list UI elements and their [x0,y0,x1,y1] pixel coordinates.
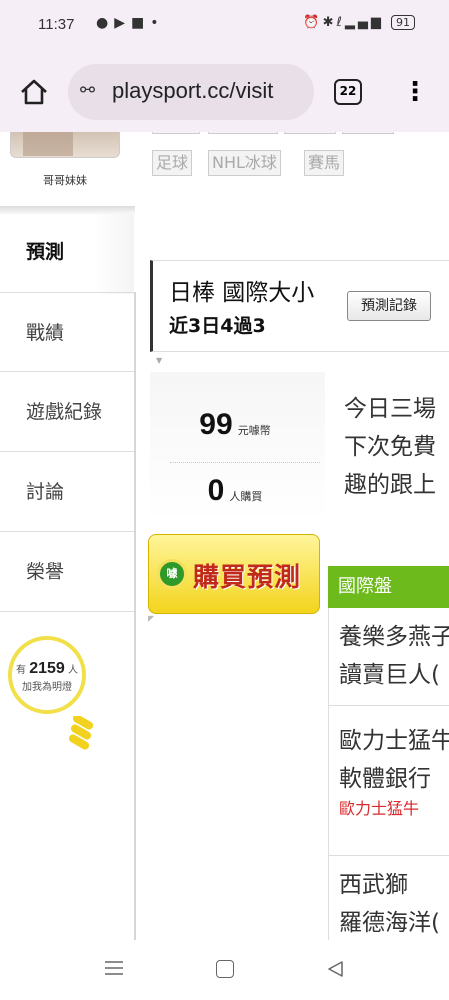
collapse-arrow-icon: ▼ [156,356,163,365]
sport-tag-partial[interactable] [284,132,336,134]
sidebar-item-label: 戰績 [26,322,65,344]
sport-tag-partial[interactable] [152,132,200,134]
sidebar-item-record[interactable]: 戰績 [0,292,134,372]
price-panel: 99 元噱幣 0 人購買 [150,372,325,522]
sidebar-item-prediction[interactable]: 預測 [0,214,134,294]
sport-tag-partial[interactable] [208,132,278,134]
buyers-unit: 人購買 [229,490,263,503]
team-name: 讀賣巨人( [339,662,440,688]
notes-icon: ■ [131,15,151,31]
dot-icon: • [150,15,165,31]
game-row[interactable]: 歐力士猛牛 軟體銀行 歐力士猛牛 [328,706,449,856]
price-divider [170,462,320,463]
description-line: 今日三場 [344,396,436,422]
site-settings-icon[interactable]: ⚯ [80,80,95,101]
sidebar-item-label: 遊戲紀錄 [26,401,103,423]
sport-tag-horse-racing[interactable]: 賽馬 [304,150,345,176]
prediction-title: 日棒 國際大小 [169,280,315,306]
sidebar-item-label: 討論 [26,481,65,503]
bulb-text: 有 2159 人 加我為明燈 [8,660,86,693]
url-text[interactable]: playsport.cc/visit [112,78,308,104]
bulb-suffix: 人 [67,665,78,676]
sidebar-item-label: 預測 [26,241,65,263]
games-panel-header[interactable]: 國際盤 [328,566,449,608]
description-line: 下次免費 [344,434,436,460]
status-time: 11:37 [38,16,75,33]
price-unit: 元噱幣 [237,424,271,437]
sport-tag-soccer[interactable]: 足球 [152,150,193,176]
browser-toolbar: ⚯ playsport.cc/visit 22 ⋮ [0,52,449,132]
buy-prediction-button[interactable]: 噱 購買預測 [148,534,320,614]
avatar[interactable] [10,132,120,158]
sidebar-item-honors[interactable]: 榮譽 [0,532,134,612]
price-line: 99 元噱幣 [150,408,320,442]
buyers-value: 0 [207,474,225,507]
coin-icon: 噱 [157,559,187,589]
bluetooth-icon: ✱ [322,15,337,30]
sidebar-item-game-log[interactable]: 遊戲紀錄 [0,372,134,452]
sidebar-divider [134,292,136,940]
recents-icon[interactable] [104,960,124,976]
battery-indicator: 91 [391,15,415,30]
game-row[interactable]: 養樂多燕子 讀賣巨人( [328,608,449,706]
more-menu-icon[interactable]: ⋮ [402,72,428,112]
bulb-base-icon [68,716,94,750]
picked-team: 歐力士猛牛 [339,799,420,818]
tab-switcher-button[interactable]: 22 [334,79,362,105]
youtube-icon: ▶ [114,15,131,31]
team-name: 西武獅 [339,872,408,898]
sport-tag-partial[interactable] [342,132,394,134]
description-line: 趣的跟上 [344,472,436,498]
sport-tag-nhl[interactable]: NHL冰球 [208,150,281,176]
team-name: 軟體銀行 [339,766,431,792]
alarm-icon: ⏰ [303,15,323,30]
page-content: 哥哥妹妹 足球 NHL冰球 賽馬 預測 戰績 遊戲紀錄 討論 榮譽 有 2159… [0,132,449,940]
team-name: 歐力士猛牛 [339,728,449,754]
back-icon[interactable] [326,960,344,978]
buyers-line: 0 人購買 [150,474,320,508]
prediction-record: 近3日4過3 [169,315,266,337]
prediction-description: 今日三場 下次免費 趣的跟上 [344,390,436,504]
buy-button-label: 購買預測 [193,563,302,593]
address-bar[interactable]: ⚯ playsport.cc/visit [68,64,314,120]
status-bar: 11:37 ●▶■• ⏰✱ℓ▂▄▆ 91 [0,0,449,52]
chat-icon: ● [96,15,115,31]
home-icon[interactable] [18,76,50,108]
status-left-icons: ●▶■• [96,15,165,31]
game-row[interactable]: 西武獅 羅德海洋( [328,856,449,940]
status-right-icons: ⏰✱ℓ▂▄▆ 91 [303,15,415,30]
price-value: 99 [199,408,233,441]
system-nav-bar [0,940,449,1000]
signal-icon: ▂▄▆ [344,15,384,30]
follower-count: 2159 [29,660,65,677]
tail-arrow-icon: ◤ [148,614,155,623]
volte-icon: ℓ [336,15,345,30]
team-name: 養樂多燕子 [339,624,449,650]
prediction-header: 日棒 國際大小 近3日4過3 預測記錄 [150,260,449,352]
home-nav-icon[interactable] [216,960,234,978]
team-name: 羅德海洋( [339,910,440,936]
sidebar-item-discussion[interactable]: 討論 [0,452,134,532]
bulb-caption: 加我為明燈 [22,682,72,693]
prediction-history-button[interactable]: 預測記錄 [347,291,431,321]
bulb-prefix: 有 [16,665,27,676]
user-nickname[interactable]: 哥哥妹妹 [10,172,120,188]
sidebar-item-label: 榮譽 [26,561,65,583]
follow-bulb[interactable]: 有 2159 人 加我為明燈 [8,636,98,766]
